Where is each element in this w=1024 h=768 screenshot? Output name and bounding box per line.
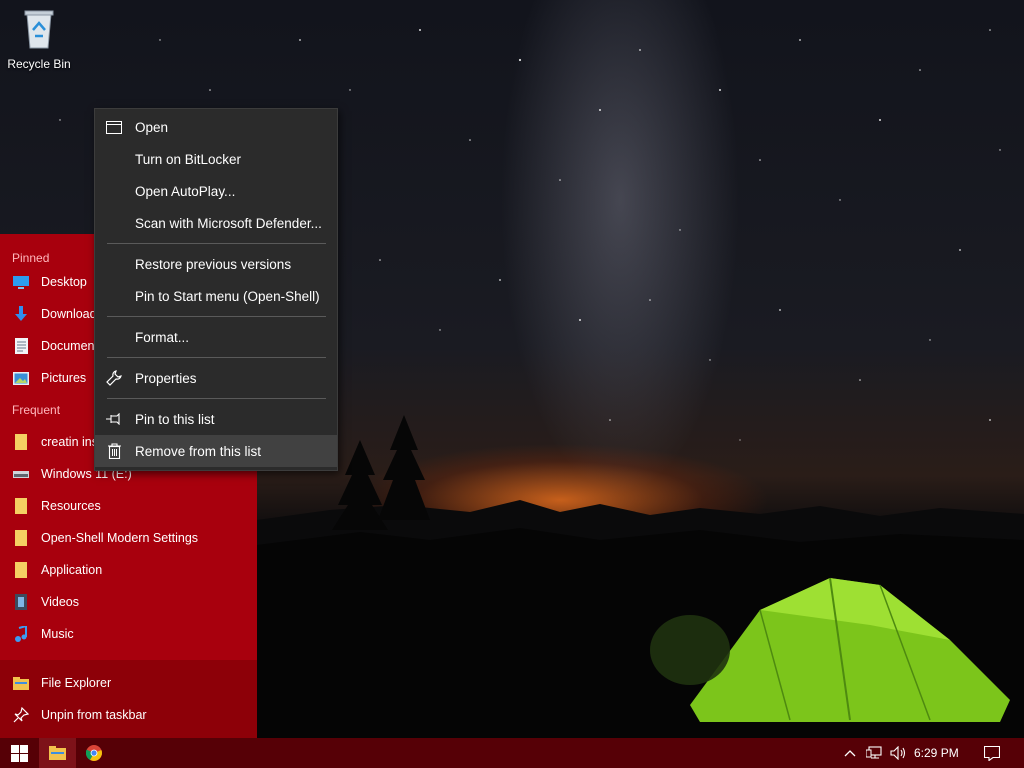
menu-item-label: Turn on BitLocker [135, 151, 242, 167]
clock-time[interactable]: 6:29 PM [914, 738, 959, 768]
frequent-item-resources[interactable]: Resources [0, 490, 257, 522]
menu-item-turn-on-bitlocker[interactable]: Turn on BitLocker [95, 143, 337, 175]
unpin-icon [12, 706, 30, 724]
menu-item-remove-from-this-list[interactable]: Remove from this list [95, 435, 337, 467]
frequent-item-label: Resources [41, 499, 101, 513]
taskbar-chrome-button[interactable] [78, 738, 110, 768]
frequent-item-label: creatin ins [41, 435, 98, 449]
taskbar: 6:29 PM [0, 738, 1024, 768]
windows-start-icon [10, 744, 28, 762]
frequent-item-label: Videos [41, 595, 79, 609]
action-center-button[interactable] [978, 738, 1006, 768]
notification-icon [984, 745, 1000, 761]
desktop-icon [12, 273, 30, 291]
menu-item-pin-to-this-list[interactable]: Pin to this list [95, 403, 337, 435]
folder-icon [12, 529, 30, 547]
menu-item-open[interactable]: Open [95, 111, 337, 143]
menu-item-scan-defender[interactable]: Scan with Microsoft Defender... [95, 207, 337, 239]
file-explorer-label: File Explorer [41, 676, 112, 690]
pictures-icon [12, 369, 30, 387]
menu-item-label: Open [135, 119, 169, 135]
window-icon [105, 118, 123, 136]
show-hidden-icons-button[interactable] [840, 738, 860, 768]
start-menu-bottom-section: File Explorer Unpin from taskbar [0, 660, 257, 738]
network-tray-button[interactable] [862, 738, 886, 768]
menu-item-label: Restore previous versions [135, 256, 292, 272]
recycle-bin-shortcut[interactable]: Recycle Bin [4, 6, 74, 71]
menu-item-label: Properties [135, 370, 197, 386]
videos-icon [12, 593, 30, 611]
volume-tray-button[interactable] [886, 738, 910, 768]
frequent-item-application[interactable]: Application [0, 554, 257, 586]
music-note-icon [12, 625, 30, 643]
folder-icon [12, 497, 30, 515]
trash-icon [105, 442, 123, 460]
context-menu: Open Turn on BitLocker Open AutoPlay... … [94, 108, 338, 471]
pin-icon [105, 410, 123, 428]
file-explorer-icon [49, 746, 66, 760]
menu-separator [107, 357, 326, 358]
frequent-item-label: Open-Shell Modern Settings [41, 531, 199, 545]
menu-item-label: Scan with Microsoft Defender... [135, 215, 322, 231]
file-explorer-item[interactable]: File Explorer [0, 667, 257, 699]
frequent-item-label: Music [41, 627, 74, 641]
menu-item-label: Pin to Start menu (Open-Shell) [135, 288, 320, 304]
menu-separator [107, 243, 326, 244]
chrome-icon [86, 745, 102, 761]
unpin-from-taskbar-item[interactable]: Unpin from taskbar [0, 699, 257, 731]
recycle-bin-label: Recycle Bin [7, 57, 71, 71]
taskbar-file-explorer-button[interactable] [39, 738, 76, 768]
menu-item-properties[interactable]: Properties [95, 362, 337, 394]
menu-item-label: Remove from this list [135, 443, 262, 459]
menu-item-format[interactable]: Format... [95, 321, 337, 353]
menu-separator [107, 316, 326, 317]
pinned-item-label: Pictures [41, 371, 87, 385]
download-arrow-icon [12, 305, 30, 323]
volume-icon [889, 746, 905, 760]
menu-item-open-autoplay[interactable]: Open AutoPlay... [95, 175, 337, 207]
file-explorer-icon [12, 674, 30, 692]
menu-item-restore-previous-versions[interactable]: Restore previous versions [95, 248, 337, 280]
frequent-item-label: Application [41, 563, 103, 577]
pinned-item-label: Desktop [41, 275, 87, 289]
folder-icon [12, 561, 30, 579]
folder-icon [12, 433, 30, 451]
wrench-icon [105, 369, 123, 387]
drive-icon [12, 465, 30, 483]
menu-item-label: Open AutoPlay... [135, 183, 236, 199]
frequent-item-open-shell-settings[interactable]: Open-Shell Modern Settings [0, 522, 257, 554]
network-icon [866, 746, 882, 759]
chevron-up-icon [844, 750, 856, 757]
frequent-item-videos[interactable]: Videos [0, 586, 257, 618]
menu-separator [107, 398, 326, 399]
document-icon [12, 337, 30, 355]
recycle-bin-icon [24, 10, 54, 49]
start-button[interactable] [0, 738, 38, 768]
menu-item-pin-to-start-menu[interactable]: Pin to Start menu (Open-Shell) [95, 280, 337, 312]
menu-item-label: Pin to this list [135, 411, 215, 427]
menu-item-label: Format... [135, 329, 190, 345]
unpin-from-taskbar-label: Unpin from taskbar [41, 708, 147, 722]
frequent-item-music[interactable]: Music [0, 618, 257, 650]
